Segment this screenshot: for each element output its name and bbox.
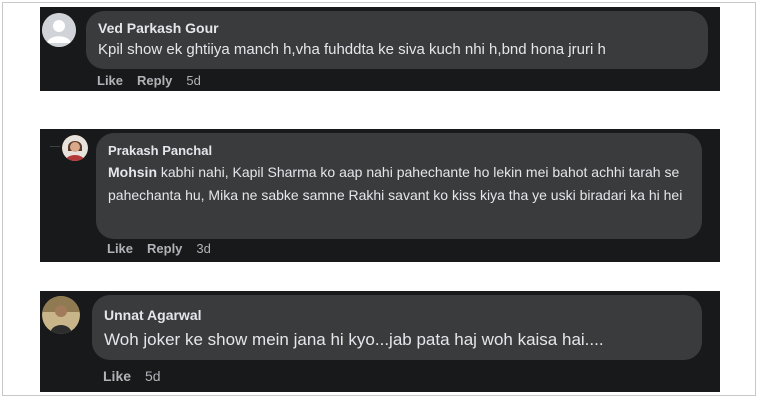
comment-bubble: Ved Parkash Gour Kpil show ek ghtiiya ma… <box>86 11 708 69</box>
comment-bubble: Unnat Agarwal Woh joker ke show mein jan… <box>92 295 702 360</box>
comment-text: Mohsin kabhi nahi, Kapil Sharma ko aap n… <box>108 161 690 207</box>
comment-actions: Like Reply 3d <box>107 241 211 256</box>
comment-panel: Prakash Panchal Mohsin kabhi nahi, Kapil… <box>40 129 720 262</box>
like-button[interactable]: Like <box>103 368 131 384</box>
mention-link[interactable]: Mohsin <box>108 164 157 180</box>
comment-timestamp[interactable]: 5d <box>186 73 200 88</box>
profile-photo-icon[interactable] <box>42 296 80 334</box>
comment-text: Kpil show ek ghtiiya manch h,vha fuhddta… <box>98 41 606 58</box>
profile-photo-icon[interactable] <box>62 135 88 161</box>
like-button[interactable]: Like <box>107 241 133 256</box>
like-button[interactable]: Like <box>97 73 123 88</box>
comment-body: kabhi nahi, Kapil Sharma ko aap nahi pah… <box>108 164 683 203</box>
comment-author[interactable]: Ved Parkash Gour <box>98 19 696 37</box>
reply-button[interactable]: Reply <box>137 73 172 88</box>
comment-text: Woh joker ke show mein jana hi kyo...jab… <box>104 330 604 349</box>
comment-timestamp[interactable]: 5d <box>145 368 161 384</box>
default-avatar-icon[interactable] <box>42 13 76 47</box>
comment-timestamp[interactable]: 3d <box>196 241 210 256</box>
reply-button[interactable]: Reply <box>147 241 182 256</box>
thread-connector-line <box>50 146 60 147</box>
comment-author[interactable]: Unnat Agarwal <box>104 306 690 325</box>
comment-actions: Like Reply 5d <box>97 73 201 88</box>
comment-panel: Ved Parkash Gour Kpil show ek ghtiiya ma… <box>40 7 720 91</box>
comment-author[interactable]: Prakash Panchal <box>108 142 690 159</box>
comment-bubble: Prakash Panchal Mohsin kabhi nahi, Kapil… <box>96 133 702 239</box>
comment-actions: Like 5d <box>103 368 161 384</box>
comment-panel: Unnat Agarwal Woh joker ke show mein jan… <box>40 291 720 392</box>
